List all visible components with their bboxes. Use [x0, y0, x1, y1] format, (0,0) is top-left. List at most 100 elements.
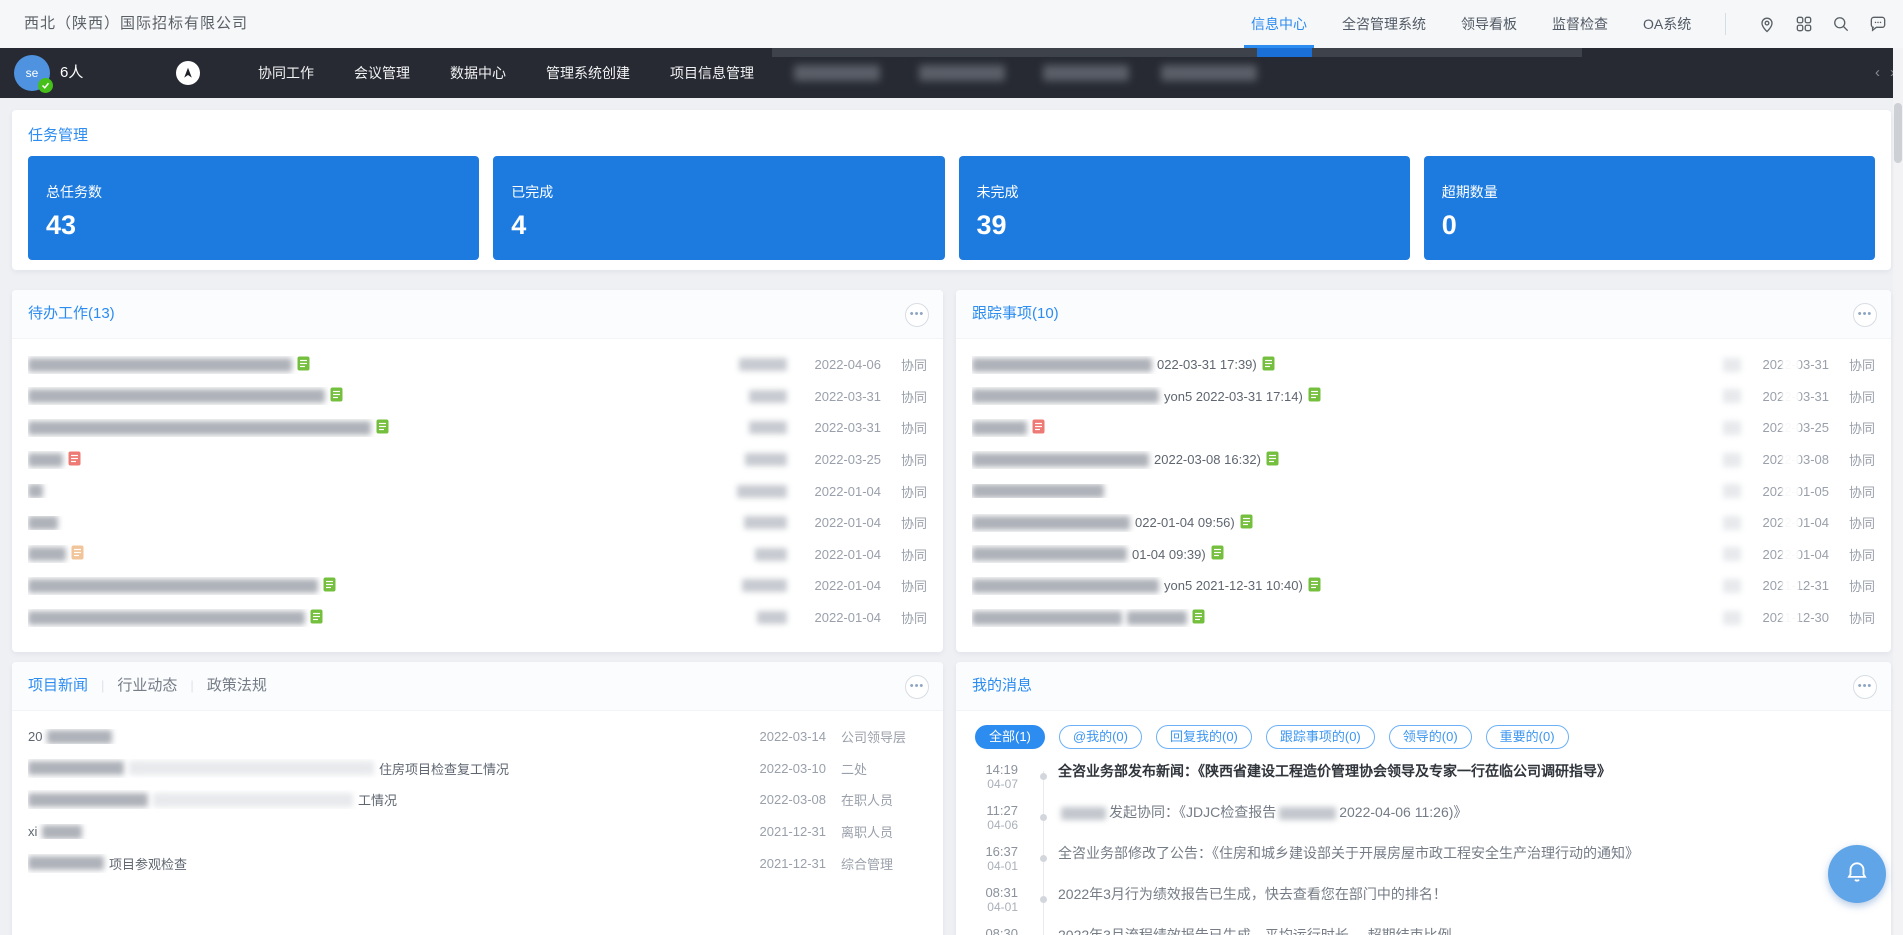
todo-row[interactable]: 2022-01-04协同 [28, 570, 927, 602]
chat-icon[interactable] [1868, 14, 1888, 34]
top-link-info-center[interactable]: 信息中心 [1248, 0, 1310, 48]
news-tabs: 项目新闻 | 行业动态 | 政策法规 [28, 662, 267, 710]
user-count-label[interactable]: 6人 [60, 48, 83, 98]
tracking-row[interactable]: 2022-03-08 16:32)2022-03-08协同 [972, 444, 1875, 476]
avatar[interactable]: se [14, 55, 50, 91]
filter-replies[interactable]: 回复我的(0) [1156, 725, 1252, 749]
news-title-redacted [42, 825, 82, 839]
news-title-suffix: 项目参观检查 [109, 854, 187, 873]
todo-row[interactable]: 2022-04-06协同 [28, 349, 927, 381]
nav-tab-strip [772, 48, 1582, 57]
todo-row[interactable]: 2022-01-04协同 [28, 602, 927, 634]
overdue-tasks-card[interactable]: 超期数量 0 [1424, 156, 1875, 260]
tracking-row[interactable]: yon5 2022-03-31 17:14)2022-03-31协同 [972, 381, 1875, 413]
scrollbar-thumb[interactable] [1894, 103, 1902, 163]
more-options-button[interactable]: ••• [1853, 303, 1877, 327]
nav-item-redacted[interactable] [919, 65, 1005, 81]
date-month-mask [1782, 418, 1799, 437]
news-row[interactable]: 202022-03-14公司领导层 [28, 721, 927, 753]
tracking-row[interactable]: 2022-01-05协同 [972, 475, 1875, 507]
tab-project-news[interactable]: 项目新闻 [28, 662, 88, 710]
message-item[interactable]: 14:1904-07全咨业务部发布新闻：《陕西省建设工程造价管理协会领导及专家一… [956, 759, 1891, 800]
messages-panel-title: 我的消息 [972, 677, 1032, 694]
nav-item-data-center[interactable]: 数据中心 [450, 48, 506, 98]
filter-all[interactable]: 全部(1) [975, 725, 1045, 749]
assignee-name-redacted [755, 548, 787, 561]
tracking-row[interactable]: yon5 2021-12-31 10:40)2021-12-31协同 [972, 570, 1875, 602]
assignee-name-redacted [737, 485, 787, 498]
tracking-row[interactable]: 01-04 09:39)2022-01-04协同 [972, 539, 1875, 571]
top-link-oa-system[interactable]: OA系统 [1640, 0, 1694, 48]
card-label: 未完成 [977, 182, 1410, 202]
nav-item-redacted[interactable] [1161, 65, 1257, 81]
location-icon[interactable] [1757, 14, 1777, 34]
page-scrollbar[interactable] [1893, 48, 1903, 935]
tracking-title-redacted [972, 516, 1130, 530]
apps-grid-icon[interactable] [1794, 14, 1814, 34]
top-link-leader-board[interactable]: 领导看板 [1458, 0, 1520, 48]
tab-industry-trends[interactable]: 行业动态 [117, 662, 177, 710]
news-row[interactable]: 住房项目检查复工情况2022-03-10二处 [28, 753, 927, 785]
news-row[interactable]: 工情况2022-03-08在职人员 [28, 784, 927, 816]
tracking-name-redacted [1723, 579, 1741, 593]
tracking-date: 2022-03-25 [1749, 420, 1829, 435]
filter-tracking[interactable]: 跟踪事项的(0) [1266, 725, 1375, 749]
todo-row-title [28, 387, 749, 405]
top-link-supervision[interactable]: 监督检查 [1549, 0, 1611, 48]
message-item[interactable]: 11:2704-06发起协同：《JDJC检查报告2022-04-06 11:26… [956, 800, 1891, 841]
nav-item-system-build[interactable]: 管理系统创建 [546, 48, 630, 98]
more-options-button[interactable]: ••• [1853, 675, 1877, 699]
chevron-left-icon[interactable]: ‹ [1875, 48, 1880, 98]
filter-mentions[interactable]: @我的(0) [1059, 725, 1142, 749]
navigation-arrow-icon[interactable] [176, 61, 200, 85]
card-label: 总任务数 [46, 182, 479, 202]
tracking-date: 2022-03-08 [1749, 452, 1829, 467]
nav-item-redacted[interactable] [794, 65, 880, 81]
tab-policies[interactable]: 政策法规 [207, 662, 267, 710]
timeline-dot-icon [1040, 896, 1047, 903]
news-title-redacted-light [153, 793, 353, 807]
tracking-row[interactable]: 022-03-31 17:39)2022-03-31协同 [972, 349, 1875, 381]
todo-row[interactable]: 2022-01-04协同 [28, 539, 927, 571]
tracking-row[interactable]: 022-01-04 09:56)2022-01-04协同 [972, 507, 1875, 539]
more-options-button[interactable]: ••• [905, 675, 929, 699]
tracking-row[interactable]: 2021-12-30协同 [972, 602, 1875, 634]
news-row[interactable]: 项目参观检查2021-12-31综合管理 [28, 847, 927, 879]
todo-row[interactable]: 2022-03-25协同 [28, 444, 927, 476]
nav-item-collaboration[interactable]: 协同工作 [258, 48, 314, 98]
total-tasks-card[interactable]: 总任务数43 [28, 156, 479, 260]
card-value: 39 [977, 210, 1410, 241]
filter-leader[interactable]: 领导的(0) [1389, 725, 1472, 749]
message-item[interactable]: 16:3704-01全咨业务部修改了公告：《住房和城乡建设部关于开展房屋市政工程… [956, 841, 1891, 882]
todo-row[interactable]: 2022-01-04协同 [28, 507, 927, 539]
card-value: 0 [1442, 210, 1875, 241]
completed-tasks-card[interactable]: 已完成4 [493, 156, 944, 260]
task-panel-title: 任务管理 [28, 124, 88, 145]
todo-title-redacted [28, 453, 63, 467]
card-label: 超期数量 [1442, 182, 1875, 202]
message-item[interactable]: 08:3104-012022年3月行为绩效报告已生成，快去查看您在部门中的排名！ [956, 882, 1891, 923]
notifications-fab[interactable] [1828, 845, 1886, 903]
nav-item-redacted[interactable] [1043, 65, 1129, 81]
nav-item-project-info[interactable]: 项目信息管理 [670, 48, 754, 98]
top-bar: 西北（陕西）国际招标有限公司 信息中心 全咨管理系统 领导看板 监督检查 OA系… [0, 0, 1903, 48]
messages-panel-header: 我的消息 ••• [956, 662, 1891, 711]
collab-tag: 协同 [1845, 418, 1875, 437]
todo-row[interactable]: 2022-03-31协同 [28, 412, 927, 444]
message-redacted [1061, 807, 1106, 820]
todo-row[interactable]: 2022-03-31协同 [28, 381, 927, 413]
nav-item-meetings[interactable]: 会议管理 [354, 48, 410, 98]
news-title-redacted [28, 761, 124, 775]
tab-separator: | [190, 662, 193, 710]
incomplete-tasks-card[interactable]: 未完成 39 [959, 156, 1410, 260]
tracking-date: 2022-01-05 [1749, 484, 1829, 499]
tracking-row[interactable]: 2022-03-25 协同 [972, 412, 1875, 444]
search-icon[interactable] [1831, 14, 1851, 34]
news-row[interactable]: xi2021-12-31离职人员 [28, 816, 927, 848]
more-options-button[interactable]: ••• [905, 303, 929, 327]
filter-important[interactable]: 重要的(0) [1486, 725, 1569, 749]
message-item[interactable]: 08:302022年3月流程绩效报告已生成。平均运行时长-，超期结束比例-。 [956, 923, 1891, 935]
tracking-title-redacted [1127, 611, 1187, 625]
top-link-consult-system[interactable]: 全咨管理系统 [1339, 0, 1429, 48]
todo-row[interactable]: 2022-01-04协同 [28, 475, 927, 507]
